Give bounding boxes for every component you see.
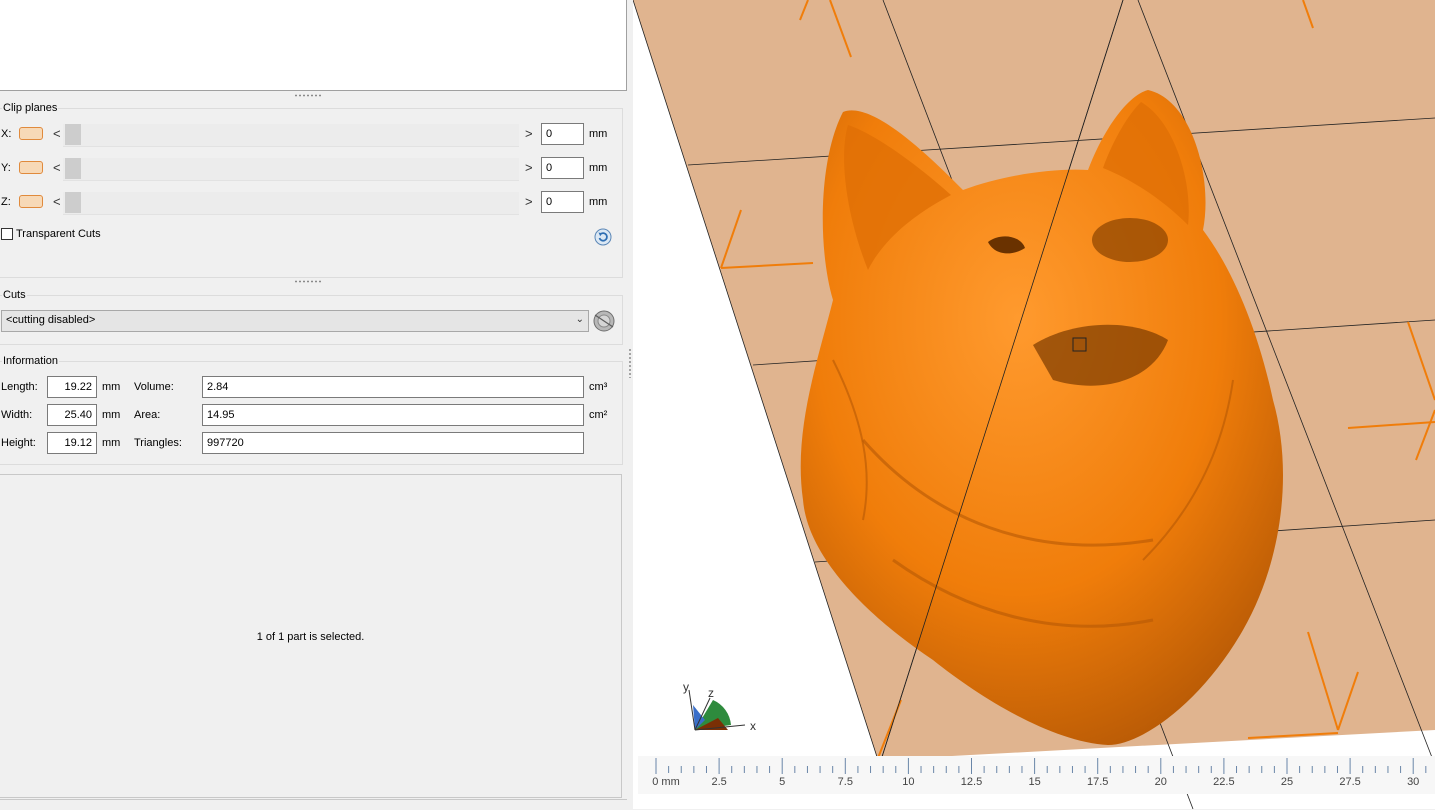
ruler-label: 7.5: [837, 776, 853, 788]
triangles-field[interactable]: [202, 432, 584, 454]
selection-status-text: 1 of 1 part is selected.: [256, 631, 365, 643]
slider-thumb[interactable]: [65, 124, 81, 145]
area-field[interactable]: [202, 404, 584, 426]
clip-y-label: Y:: [1, 162, 11, 174]
height-field[interactable]: [47, 432, 97, 454]
resize-grip[interactable]: [294, 280, 322, 283]
volume-field[interactable]: [202, 376, 584, 398]
clip-z-slider[interactable]: [63, 192, 519, 215]
chevron-down-icon: ⌄: [575, 314, 584, 325]
part-list-area[interactable]: [0, 0, 627, 91]
clip-row-y: Y: < > mm: [0, 156, 622, 181]
ruler-label: 25: [1280, 776, 1294, 788]
ruler-label: 0 mm: [652, 776, 680, 788]
clip-z-input[interactable]: [541, 191, 584, 213]
clip-row-x: X: < > mm: [0, 122, 622, 147]
clip-z-label: Z:: [1, 196, 11, 208]
length-unit: mm: [102, 381, 121, 393]
axis-x-label: x: [750, 719, 756, 733]
selection-status-panel: 1 of 1 part is selected.: [0, 474, 622, 798]
clip-x-label: X:: [1, 128, 12, 140]
ruler-ticks: [655, 758, 1427, 774]
transparent-cuts-label[interactable]: Transparent Cuts: [16, 228, 101, 240]
clip-y-input[interactable]: [541, 157, 584, 179]
clip-planes-title: Clip planes: [2, 102, 59, 114]
cuts-dropdown[interactable]: <cutting disabled> ⌄: [1, 310, 589, 332]
chevron-right-icon[interactable]: >: [525, 126, 533, 141]
length-label: Length:: [1, 381, 38, 393]
information-title: Information: [2, 355, 60, 367]
resize-grip[interactable]: [294, 94, 322, 97]
height-unit: mm: [102, 437, 121, 449]
clip-y-slider[interactable]: [63, 158, 519, 181]
ruler-label: 27.5: [1339, 776, 1361, 788]
axis-y-label: y: [683, 680, 689, 694]
cuts-selected-value: <cutting disabled>: [6, 314, 96, 326]
width-label: Width:: [1, 409, 33, 421]
chevron-left-icon[interactable]: <: [53, 194, 61, 209]
ruler-label: 2.5: [711, 776, 727, 788]
scene-canvas[interactable]: x y z: [633, 0, 1435, 809]
width-field[interactable]: [47, 404, 97, 426]
height-label: Height:: [1, 437, 36, 449]
3d-viewport[interactable]: x y z: [633, 0, 1435, 809]
chevron-left-icon[interactable]: <: [53, 160, 61, 175]
clip-x-unit: mm: [589, 128, 608, 140]
ruler-label: 15: [1028, 776, 1041, 788]
clip-x-input[interactable]: [541, 123, 584, 145]
clip-row-z: Z: < > mm: [0, 190, 622, 215]
ruler-label: 17.5: [1086, 776, 1109, 788]
splitter-grip[interactable]: [629, 348, 631, 378]
chevron-right-icon[interactable]: >: [525, 160, 533, 175]
width-unit: mm: [102, 409, 121, 421]
clip-y-toggle[interactable]: [19, 161, 43, 174]
ruler-label: 20: [1154, 776, 1167, 788]
volume-label: Volume:: [134, 381, 174, 393]
volume-unit: cm³: [589, 381, 608, 393]
axis-indicator: x y z: [683, 680, 756, 733]
clip-x-slider[interactable]: [63, 124, 519, 147]
chevron-right-icon[interactable]: >: [525, 194, 533, 209]
transparent-cuts-checkbox[interactable]: [1, 228, 13, 240]
bottom-toolbar: [0, 799, 627, 810]
cuts-title: Cuts: [2, 289, 27, 301]
ruler-label: 10: [902, 776, 915, 788]
reset-view-icon[interactable]: [594, 228, 612, 246]
left-panel: Clip planes X: < > mm Y: < > mm Z: < > m…: [0, 0, 627, 810]
ruler-label: 22.5: [1213, 776, 1235, 788]
length-field[interactable]: [47, 376, 97, 398]
slider-thumb[interactable]: [65, 158, 81, 179]
area-unit: cm²: [589, 409, 608, 421]
ruler-label: 5: [779, 776, 786, 788]
ruler: 0 mm 2.5 5 7.5 10 12.5 15 17.5 20 22.5 25 27.5 30: [638, 756, 1435, 794]
clip-z-toggle[interactable]: [19, 195, 43, 208]
chevron-left-icon[interactable]: <: [53, 126, 61, 141]
clip-x-toggle[interactable]: [19, 127, 43, 140]
ruler-label: 30: [1407, 776, 1420, 788]
clip-y-unit: mm: [589, 162, 608, 174]
cut-tool-icon[interactable]: [592, 309, 616, 333]
clip-z-unit: mm: [589, 196, 608, 208]
slider-thumb[interactable]: [65, 192, 81, 213]
triangles-label: Triangles:: [134, 437, 182, 449]
axis-z-label: z: [708, 686, 714, 700]
ruler-label: 12.5: [960, 776, 983, 788]
area-label: Area:: [134, 409, 161, 421]
